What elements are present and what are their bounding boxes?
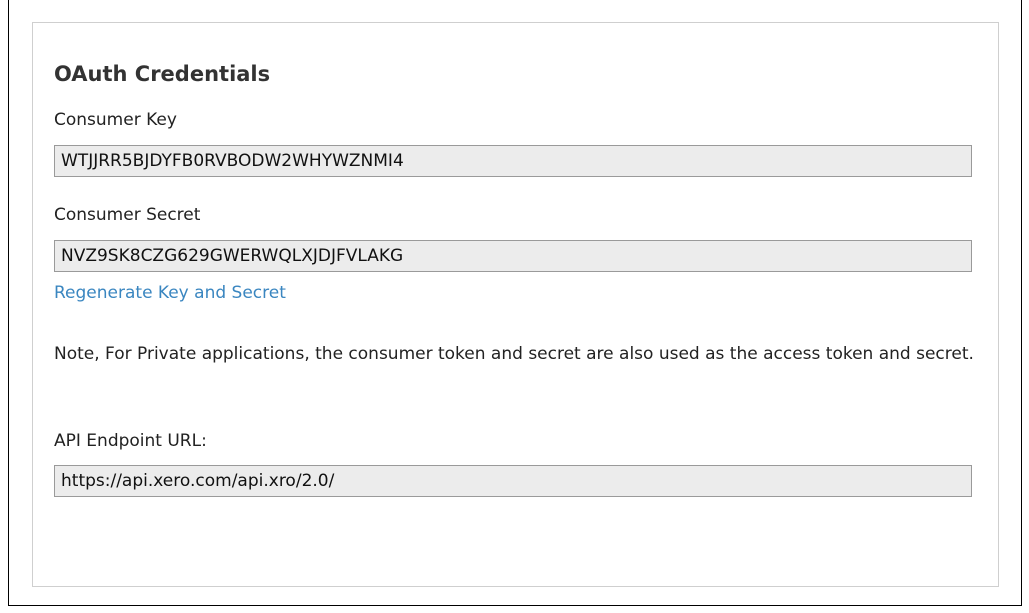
private-app-note: Note, For Private applications, the cons… (54, 344, 974, 364)
consumer-key-field[interactable]: WTJJRR5BJDYFB0RVBODW2WHYWZNMI4 (54, 145, 972, 177)
consumer-secret-field[interactable]: NVZ9SK8CZG629GWERWQLXJDJFVLAKG (54, 240, 972, 272)
consumer-key-label: Consumer Key (54, 110, 177, 130)
panel-title: OAuth Credentials (54, 62, 271, 86)
oauth-credentials-panel (32, 22, 999, 587)
api-endpoint-field[interactable]: https://api.xero.com/api.xro/2.0/ (54, 465, 972, 497)
regenerate-key-and-secret-link[interactable]: Regenerate Key and Secret (54, 283, 286, 303)
consumer-secret-label: Consumer Secret (54, 205, 201, 225)
api-endpoint-label: API Endpoint URL: (54, 431, 207, 451)
